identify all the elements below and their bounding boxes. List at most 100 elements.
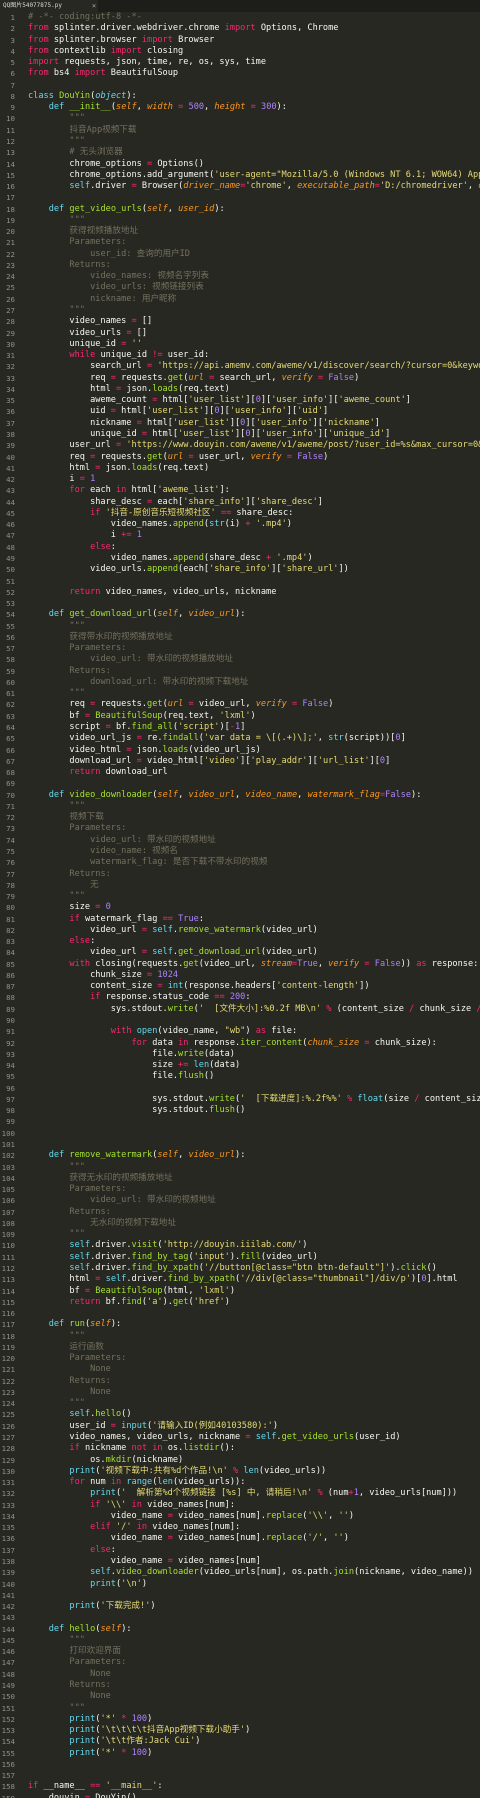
code-editor[interactable]: 1 # -*- coding:utf-8 -*- 2 from splinter.dr…	[0, 12, 480, 1798]
code-token: float	[357, 1093, 384, 1104]
code-token: '\n'	[121, 1578, 142, 1589]
code-text: video_name = video_names[num]	[28, 1556, 261, 1567]
code-line: 81 if watermark_flag == True:	[0, 914, 480, 925]
line-number: 32	[6, 362, 15, 372]
code-line: 55 """	[0, 621, 480, 632]
code-line: 8 class DouYin(object):	[0, 91, 480, 102]
code-text: nickname: 用户昵称	[28, 294, 176, 305]
code-line: 66 video_html = json.loads(video_url_js)	[0, 745, 480, 756]
code-token: ,	[297, 789, 308, 800]
code-token: ]	[240, 722, 246, 732]
code-text: file.flush()	[28, 1071, 214, 1082]
code-token: (share_desc	[203, 552, 267, 563]
code-line: 97 sys.stdout.write(' [下载进度]:%.2f%%' % f…	[0, 1094, 480, 1105]
code-text: bf = BeautifulSoup(req.text, 'lxml')	[28, 711, 255, 722]
code-token: """	[69, 1702, 85, 1713]
code-token: remove_watermark	[69, 1150, 153, 1161]
code-text: while unique_id != user_id:	[28, 350, 209, 361]
code-token: ):	[235, 1150, 246, 1161]
code-token: ):	[126, 90, 137, 101]
code-line: 138 video_name = video_names[num]	[0, 1556, 480, 1567]
code-token: ]	[385, 755, 391, 766]
line-number: 153	[1, 1726, 15, 1736]
code-text: bf = BeautifulSoup(html, 'lxml')	[28, 1286, 235, 1297]
code-token: video_names[num].	[172, 1510, 267, 1521]
line-number: 106	[1, 1196, 15, 1206]
code-text: file.write(data)	[28, 1049, 235, 1060]
code-token: def	[48, 203, 65, 214]
code-token: 'aweme_count'	[338, 395, 406, 406]
code-token: chunk_size):	[369, 1037, 437, 1048]
code-text: """	[28, 1635, 85, 1646]
code-token: (user_id)	[354, 1432, 401, 1443]
code-line: 35 aweme_count = html['user_list'][0]['u…	[0, 395, 480, 406]
line-number: 96	[6, 1083, 15, 1093]
code-line: 94 size += len(data)	[0, 1060, 480, 1071]
code-text: Returns:	[28, 1680, 110, 1691]
code-token: get_video_urls	[69, 203, 142, 214]
code-text: """	[28, 305, 85, 316]
code-line: 80 size = 0	[0, 902, 480, 913]
code-token: write	[178, 1048, 204, 1059]
code-line: 40 req = requests.get(url = user_url, ve…	[0, 452, 480, 463]
code-token: Parameters:	[69, 1184, 127, 1195]
code-line: 93 file.write(data)	[0, 1049, 480, 1060]
code-text: 无水印的视频下载地址	[28, 1218, 176, 1229]
close-icon[interactable]: ×	[90, 0, 98, 12]
code-token: remove_watermark	[178, 924, 261, 935]
code-line: 28 video_names = []	[0, 316, 480, 327]
code-token: for	[131, 1037, 148, 1048]
line-number: 8	[10, 91, 15, 101]
code-line: 95 file.flush()	[0, 1071, 480, 1082]
line-number: 118	[1, 1331, 15, 1341]
code-token: ][	[245, 395, 256, 406]
code-token: Browser(	[136, 181, 184, 192]
line-number: 56	[6, 632, 15, 642]
code-token: 1	[136, 530, 142, 541]
code-token: file.	[28, 1048, 179, 1059]
code-text: with closing(requests.get(video_url, str…	[28, 959, 478, 970]
code-line: 3 from splinter.browser import Browser	[0, 35, 480, 46]
file-tab[interactable]: QQ图片54077875.py ×	[0, 0, 98, 12]
code-token: script	[28, 722, 106, 732]
line-number: 17	[6, 193, 15, 203]
code-token: ,	[204, 102, 215, 113]
code-token: self	[69, 1409, 91, 1420]
code-token: Returns:	[69, 1375, 111, 1386]
code-token: (req.text)	[178, 383, 230, 394]
code-token: True	[297, 958, 318, 969]
code-token: '*'	[100, 1747, 116, 1758]
code-token: verify	[281, 372, 313, 383]
line-number: 144	[1, 1624, 15, 1634]
code-line: 153 print('\t\t\t\t抖音App视频下载小助手')	[0, 1725, 480, 1736]
code-text: video_name: 视频名	[28, 846, 178, 857]
line-number: 150	[1, 1692, 15, 1702]
code-line: 144 def hello(self):	[0, 1624, 480, 1635]
line-number: 147	[1, 1658, 15, 1668]
code-token: DouYin	[59, 90, 91, 101]
line-number: 105	[1, 1185, 15, 1195]
code-token: Parameters:	[69, 1353, 127, 1364]
code-token: 'user_info'	[229, 406, 287, 417]
code-token: each[	[152, 496, 184, 507]
code-token: Parameters:	[69, 1657, 127, 1668]
code-token: 'user_info'	[255, 417, 313, 428]
code-token: 视频下载	[69, 812, 104, 823]
code-token: click	[400, 1262, 427, 1273]
code-text: video_names.append(str(i) + '.mp4')	[28, 519, 292, 530]
code-line: 22 user_id: 查询的用户ID	[0, 249, 480, 260]
code-line: 67 download_url = video_html['video']['p…	[0, 756, 480, 767]
code-token: :	[245, 992, 251, 1003]
code-line: 42 i = 1	[0, 474, 480, 485]
code-text: print('下载完成!')	[28, 1601, 155, 1612]
code-token: listdir	[183, 1443, 220, 1454]
code-token: data	[147, 1037, 179, 1048]
code-text: nickname = html['user_list'][0]['user_in…	[28, 418, 380, 429]
code-line: 72 视频下载	[0, 812, 480, 823]
code-token: self	[152, 947, 173, 958]
